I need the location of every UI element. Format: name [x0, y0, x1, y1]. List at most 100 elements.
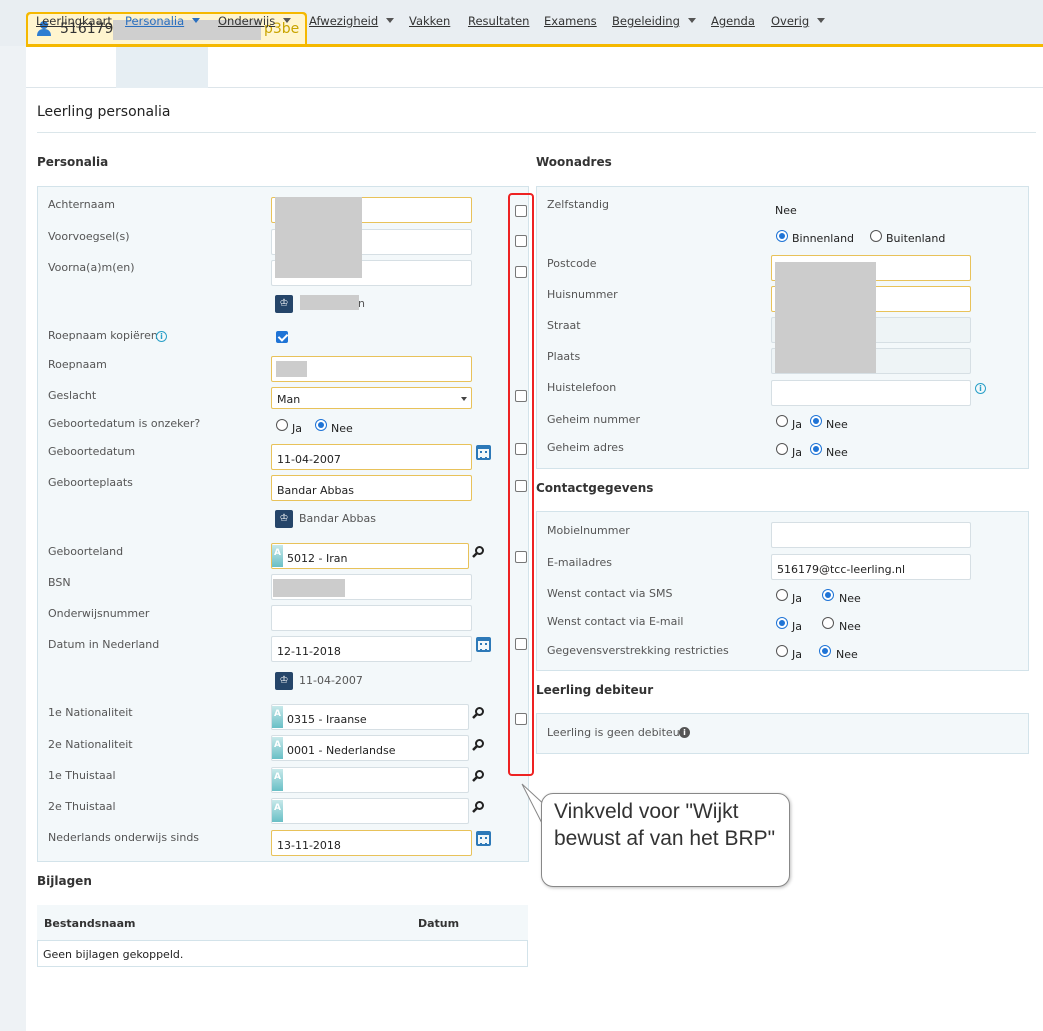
search-icon[interactable]: [472, 769, 485, 782]
mobiel-field[interactable]: [771, 522, 971, 548]
redacted-roepnaam: [276, 361, 307, 377]
mail-nee-radio[interactable]: [822, 617, 834, 629]
nav-overig[interactable]: Overig: [771, 14, 826, 28]
calendar-icon[interactable]: [476, 831, 491, 846]
restricties-ja-radio[interactable]: [776, 645, 788, 657]
info-icon[interactable]: i: [156, 331, 167, 342]
label-geboortedatum: Geboortedatum: [48, 445, 136, 458]
nav-onderwijs[interactable]: Onderwijs: [218, 14, 292, 28]
label-achternaam: Achternaam: [48, 198, 115, 211]
lookup-a-icon: A: [272, 737, 283, 759]
label-geboorteland: Geboorteland: [48, 545, 124, 558]
radio-label-ja: Ja: [792, 620, 802, 633]
zelfstandig-value: Nee: [775, 204, 797, 217]
geboorteland-field[interactable]: 5012 - Iran: [271, 543, 469, 569]
geheim-adres-nee-radio[interactable]: [810, 443, 822, 455]
label-sms: Wenst contact via SMS: [547, 587, 673, 600]
label-postcode: Postcode: [547, 257, 597, 270]
brp-crest-icon: ♔: [275, 510, 293, 528]
label-zelfstandig: Zelfstandig: [547, 198, 610, 211]
lookup-a-icon: A: [272, 706, 283, 728]
info-icon[interactable]: i: [679, 727, 690, 738]
thuistaal-2-field[interactable]: [271, 798, 469, 824]
select-arrow-icon: [461, 397, 467, 401]
brp-name-suffix: n: [358, 297, 365, 310]
label-email: E-mailadres: [547, 556, 612, 569]
radio-label-binnenland: Binnenland: [792, 232, 855, 245]
nav-personalia[interactable]: Personalia: [125, 14, 201, 28]
datum-nl-field[interactable]: 12-11-2018: [271, 636, 472, 662]
search-icon[interactable]: [472, 706, 485, 719]
chevron-down-icon: [687, 18, 696, 23]
sms-nee-radio[interactable]: [822, 589, 834, 601]
label-mobiel: Mobielnummer: [547, 524, 630, 537]
search-icon[interactable]: [472, 545, 485, 558]
lookup-a-icon: A: [272, 769, 283, 791]
section-title-debiteur: Leerling debiteur: [536, 683, 654, 697]
section-title-contact: Contactgegevens: [536, 481, 654, 495]
page-title: Leerling personalia: [37, 104, 171, 120]
mail-ja-radio[interactable]: [776, 617, 788, 629]
section-title-woonadres: Woonadres: [536, 155, 612, 169]
calendar-icon[interactable]: [476, 637, 491, 652]
section-title-bijlagen: Bijlagen: [37, 874, 92, 888]
radio-label-nee: Nee: [331, 422, 353, 435]
geslacht-select[interactable]: Man: [271, 387, 472, 409]
nav-active-highlight: [116, 47, 208, 88]
huistelefoon-field[interactable]: [771, 380, 971, 406]
label-geheim-nummer: Geheim nummer: [547, 413, 640, 426]
email-field[interactable]: 516179@tcc-leerling.nl: [771, 554, 971, 580]
label-restricties: Gegevensverstrekking restricties: [547, 644, 729, 657]
chevron-down-icon: [283, 18, 292, 23]
nav-examens[interactable]: Examens: [544, 14, 597, 28]
nav-agenda[interactable]: Agenda: [711, 14, 755, 28]
nav-leerlingkaart[interactable]: Leerlingkaart: [36, 14, 112, 28]
redacted-brp-name: [300, 295, 359, 310]
nav-vakken[interactable]: Vakken: [409, 14, 450, 28]
label-geboorteplaats: Geboorteplaats: [48, 476, 133, 489]
column-datum[interactable]: Datum: [418, 917, 459, 930]
label-datum-nl: Datum in Nederland: [48, 638, 160, 651]
lookup-a-icon: A: [272, 800, 283, 822]
nationaliteit-1-field[interactable]: 0315 - Iraanse: [271, 704, 469, 730]
radio-label-ja: Ja: [792, 418, 802, 431]
binnenland-radio[interactable]: [776, 230, 788, 242]
nav-afwezigheid[interactable]: Afwezigheid: [309, 14, 395, 28]
label-geslacht: Geslacht: [48, 389, 97, 402]
info-icon[interactable]: i: [975, 383, 986, 394]
label-geb-onzeker: Geboortedatum is onzeker?: [48, 417, 201, 430]
roepnaam-kopieren-checkbox[interactable]: [276, 331, 288, 343]
sms-ja-radio[interactable]: [776, 589, 788, 601]
geheim-nummer-nee-radio[interactable]: [810, 415, 822, 427]
label-plaats: Plaats: [547, 350, 581, 363]
annotation-callout: Vinkveld voor "Wijkt bewust af van het B…: [541, 793, 790, 887]
label-voornamen: Voorna(a)m(en): [48, 261, 135, 274]
label-huistelefoon: Huistelefoon: [547, 381, 617, 394]
calendar-icon[interactable]: [476, 445, 491, 460]
search-icon[interactable]: [472, 800, 485, 813]
geb-onzeker-nee-radio[interactable]: [315, 419, 327, 431]
column-bestandsnaam[interactable]: Bestandsnaam: [44, 917, 135, 930]
nationaliteit-2-field[interactable]: 0001 - Nederlandse: [271, 735, 469, 761]
radio-label-nee: Nee: [839, 592, 861, 605]
geheim-adres-ja-radio[interactable]: [776, 443, 788, 455]
radio-label-nee: Nee: [836, 648, 858, 661]
geboorteplaats-field[interactable]: Bandar Abbas: [271, 475, 472, 501]
geheim-nummer-ja-radio[interactable]: [776, 415, 788, 427]
radio-label-nee: Nee: [826, 446, 848, 459]
label-nl-onderwijs: Nederlands onderwijs sinds: [48, 831, 200, 844]
nl-onderwijs-field[interactable]: 13-11-2018: [271, 830, 472, 856]
geb-onzeker-ja-radio[interactable]: [276, 419, 288, 431]
label-thuistaal-2: 2e Thuistaal: [48, 800, 116, 813]
buitenland-radio[interactable]: [870, 230, 882, 242]
restricties-nee-radio[interactable]: [819, 645, 831, 657]
nav-begeleiding[interactable]: Begeleiding: [612, 14, 696, 28]
onderwijsnummer-field[interactable]: [271, 605, 472, 631]
redacted-address-block: [775, 262, 876, 373]
thuistaal-1-field[interactable]: [271, 767, 469, 793]
geboortedatum-field[interactable]: 11-04-2007: [271, 444, 472, 470]
nav-resultaten[interactable]: Resultaten: [468, 14, 529, 28]
search-icon[interactable]: [472, 738, 485, 751]
label-bsn: BSN: [48, 576, 71, 589]
highlight-box: [508, 193, 534, 776]
